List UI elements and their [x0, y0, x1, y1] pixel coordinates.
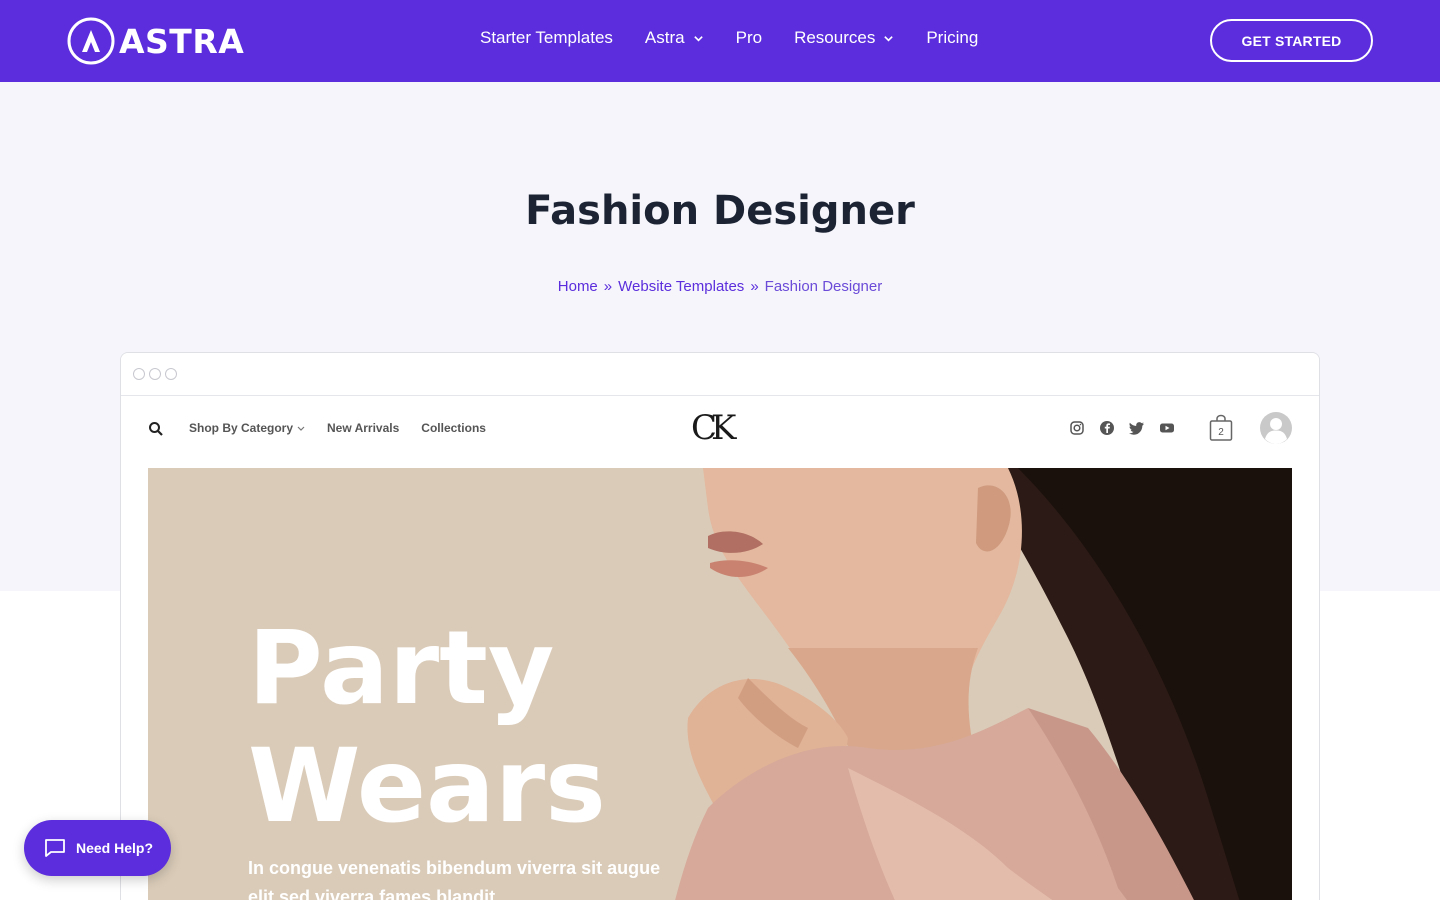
template-preview-frame: Shop By Category New Arrivals Collection… — [120, 352, 1320, 900]
facebook-icon[interactable] — [1099, 420, 1115, 436]
need-help-button[interactable]: Need Help? — [24, 820, 171, 876]
user-avatar-icon[interactable] — [1259, 411, 1293, 445]
browser-bar — [121, 353, 1319, 396]
main-nav: Starter Templates Astra Pro Resources Pr… — [480, 28, 978, 48]
page-title: Fashion Designer — [525, 188, 915, 234]
cart-count: 2 — [1218, 427, 1224, 438]
chevron-down-icon — [693, 35, 703, 42]
chevron-down-icon — [297, 426, 305, 431]
youtube-icon[interactable] — [1159, 420, 1175, 436]
nav-label: Resources — [794, 28, 876, 47]
cart-bag[interactable]: 2 — [1209, 414, 1233, 442]
nav-label: Pro — [735, 28, 763, 47]
need-help-label: Need Help? — [76, 840, 154, 856]
breadcrumb-separator: » — [750, 278, 759, 295]
breadcrumb: Home » Website Templates » Fashion Designer — [0, 278, 1440, 295]
nav-astra[interactable]: Astra — [645, 28, 704, 48]
twitter-icon[interactable] — [1129, 420, 1145, 436]
breadcrumb-current: Fashion Designer — [764, 278, 883, 295]
hero-subtitle: In congue venenatis bibendum viverra sit… — [248, 858, 661, 900]
breadcrumb-separator: » — [603, 278, 613, 295]
preview-nav-new-arrivals[interactable]: New Arrivals — [327, 421, 399, 435]
preview-nav: Shop By Category New Arrivals Collection… — [189, 421, 486, 435]
search-icon[interactable] — [148, 421, 164, 437]
preview-header: Shop By Category New Arrivals Collection… — [121, 396, 1319, 900]
nav-label: Astra — [644, 28, 685, 47]
site-header: ASTRA Starter Templates Astra Pro Resour… — [0, 0, 1440, 82]
get-started-button[interactable]: GET STARTED — [1210, 19, 1373, 62]
chat-icon — [45, 839, 65, 857]
nav-starter-templates[interactable]: Starter Templates — [480, 28, 613, 48]
logo-text: ASTRA — [119, 21, 245, 61]
window-dot — [149, 368, 161, 380]
nav-resources[interactable]: Resources — [794, 28, 894, 48]
ck-logo[interactable]: CK — [691, 408, 736, 448]
nav-label: Starter Templates — [480, 28, 613, 47]
breadcrumb-website-templates[interactable]: Website Templates — [618, 278, 744, 295]
nav-pro[interactable]: Pro — [736, 28, 762, 48]
hero-heading-line-1: Party — [248, 609, 555, 728]
preview-nav-label: Shop By Category — [189, 421, 294, 435]
window-dot — [133, 368, 145, 380]
social-icons — [1069, 420, 1175, 436]
breadcrumb-home[interactable]: Home — [558, 278, 598, 295]
preview-nav-shop-by-category[interactable]: Shop By Category — [189, 421, 305, 435]
preview-hero-image: Party Wears In congue venenatis bibendum… — [148, 468, 1292, 900]
shopping-bag-icon: 2 — [1209, 414, 1233, 441]
nav-pricing[interactable]: Pricing — [926, 28, 978, 48]
preview-nav-collections[interactable]: Collections — [421, 421, 486, 435]
window-dot — [165, 368, 177, 380]
nav-label: Pricing — [926, 28, 979, 47]
astra-logo-icon — [67, 17, 115, 65]
chevron-down-icon — [884, 35, 894, 42]
instagram-icon[interactable] — [1069, 420, 1085, 436]
hero-heading-line-2: Wears — [248, 727, 606, 846]
astra-logo[interactable]: ASTRA — [67, 17, 244, 65]
